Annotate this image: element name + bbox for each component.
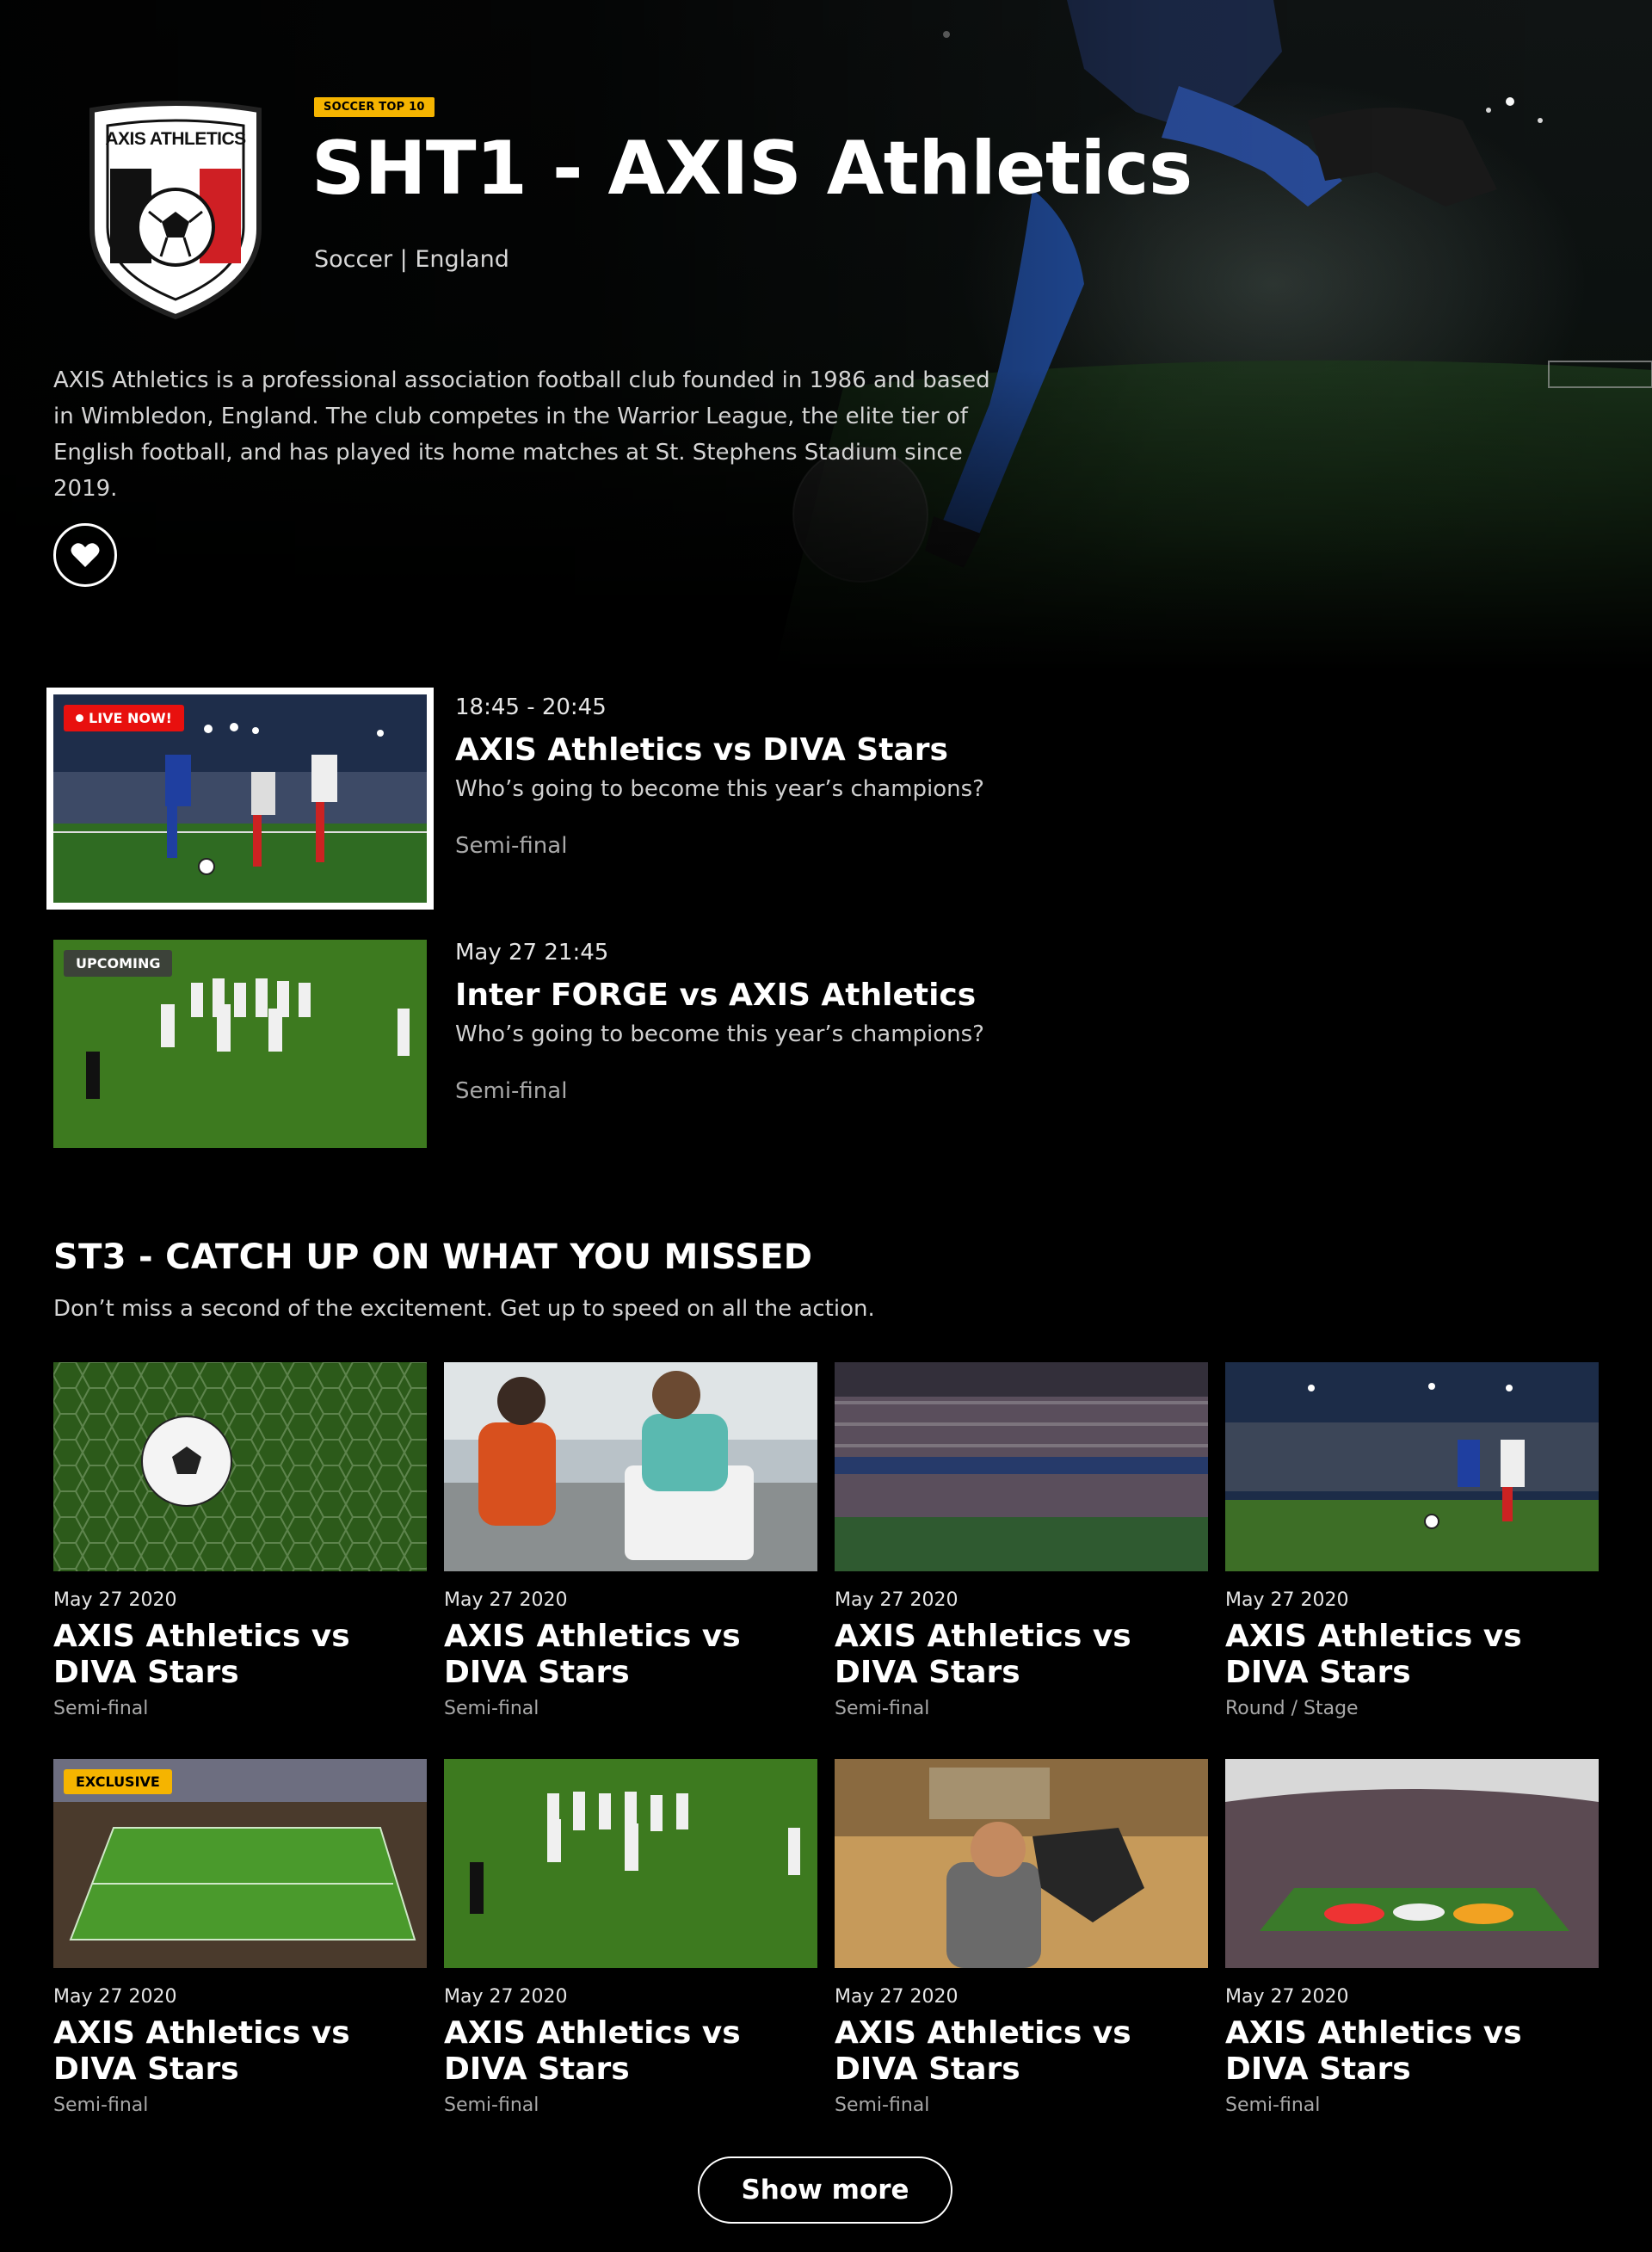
section-subtitle: Don’t miss a second of the excitement. G… <box>53 1296 875 1322</box>
video-thumbnail[interactable]: EXCLUSIVE <box>53 1759 427 1968</box>
video-round: Semi-final <box>1225 2095 1321 2116</box>
video-thumbnail[interactable] <box>1225 1759 1599 1968</box>
category-badge: SOCCER TOP 10 <box>314 97 435 117</box>
video-title[interactable]: AXIS Athletics vs DIVA Stars <box>1225 2015 1599 2088</box>
video-date: May 27 2020 <box>53 1986 177 2008</box>
team-subtitle: Soccer | England <box>314 246 509 273</box>
video-title[interactable]: AXIS Athletics vs DIVA Stars <box>835 2015 1208 2088</box>
video-date: May 27 2020 <box>53 1589 177 1611</box>
video-title[interactable]: AXIS Athletics vs DIVA Stars <box>835 1619 1208 1691</box>
favorite-button[interactable] <box>53 523 117 587</box>
video-thumbnail[interactable] <box>1225 1362 1599 1571</box>
video-card[interactable]: May 27 2020 AXIS Athletics vs DIVA Stars… <box>444 1759 817 2116</box>
video-thumbnail[interactable] <box>444 1759 817 1968</box>
video-card[interactable]: May 27 2020 AXIS Athletics vs DIVA Stars… <box>835 1362 1208 1719</box>
video-date: May 27 2020 <box>835 1986 959 2008</box>
event-round: Semi-final <box>455 1078 568 1104</box>
video-thumbnail[interactable] <box>835 1759 1208 1968</box>
team-description: AXIS Athletics is a professional associa… <box>53 367 990 502</box>
video-card[interactable]: May 27 2020 AXIS Athletics vs DIVA Stars… <box>835 1759 1208 2116</box>
video-round: Semi-final <box>835 1698 930 1719</box>
video-thumbnail[interactable] <box>53 1362 427 1571</box>
event-title[interactable]: AXIS Athletics vs DIVA Stars <box>455 732 948 768</box>
video-title[interactable]: AXIS Athletics vs DIVA Stars <box>53 1619 427 1691</box>
event-thumbnail[interactable]: LIVE NOW! <box>46 688 434 910</box>
event-thumbnail[interactable]: UPCOMING <box>53 940 427 1148</box>
heart-icon <box>71 543 100 567</box>
video-title[interactable]: AXIS Athletics vs DIVA Stars <box>444 2015 817 2088</box>
video-date: May 27 2020 <box>1225 1589 1349 1611</box>
video-card[interactable]: May 27 2020 AXIS Athletics vs DIVA Stars… <box>53 1362 427 1719</box>
video-date: May 27 2020 <box>1225 1986 1349 2008</box>
video-round: Semi-final <box>444 2095 539 2116</box>
video-date: May 27 2020 <box>444 1986 568 2008</box>
video-card[interactable]: May 27 2020 AXIS Athletics vs DIVA Stars… <box>1225 1759 1599 2116</box>
video-card[interactable]: May 27 2020 AXIS Athletics vs DIVA Stars… <box>1225 1362 1599 1719</box>
event-description: Who’s going to become this year’s champi… <box>455 776 984 802</box>
video-date: May 27 2020 <box>835 1589 959 1611</box>
page-title: SHT1 - AXIS Athletics <box>311 126 1193 212</box>
video-thumbnail[interactable] <box>444 1362 817 1571</box>
video-card[interactable]: EXCLUSIVE May 27 2020 AXIS Athletics vs … <box>53 1759 427 2116</box>
event-round: Semi-final <box>455 833 568 859</box>
video-round: Semi-final <box>444 1698 539 1719</box>
section-title: ST3 - CATCH UP ON WHAT YOU MISSED <box>53 1237 813 1277</box>
video-round: Semi-final <box>53 2095 149 2116</box>
video-date: May 27 2020 <box>444 1589 568 1611</box>
event-time: 18:45 - 20:45 <box>455 694 607 720</box>
event-description: Who’s going to become this year’s champi… <box>455 1021 984 1047</box>
video-thumbnail[interactable] <box>835 1362 1208 1571</box>
upcoming-badge: UPCOMING <box>64 950 173 977</box>
event-title[interactable]: Inter FORGE vs AXIS Athletics <box>455 978 976 1013</box>
show-more-button[interactable]: Show more <box>698 2156 952 2224</box>
video-card[interactable]: May 27 2020 AXIS Athletics vs DIVA Stars… <box>444 1362 817 1719</box>
video-round: Round / Stage <box>1225 1698 1359 1719</box>
live-badge: LIVE NOW! <box>64 705 184 731</box>
video-title[interactable]: AXIS Athletics vs DIVA Stars <box>1225 1619 1599 1691</box>
exclusive-badge: EXCLUSIVE <box>64 1769 172 1794</box>
club-logo-text: AXIS ATHLETICS <box>105 129 246 149</box>
video-round: Semi-final <box>53 1698 149 1719</box>
event-time: May 27 21:45 <box>455 940 609 966</box>
video-title[interactable]: AXIS Athletics vs DIVA Stars <box>444 1619 817 1691</box>
video-round: Semi-final <box>835 2095 930 2116</box>
video-title[interactable]: AXIS Athletics vs DIVA Stars <box>53 2015 427 2088</box>
